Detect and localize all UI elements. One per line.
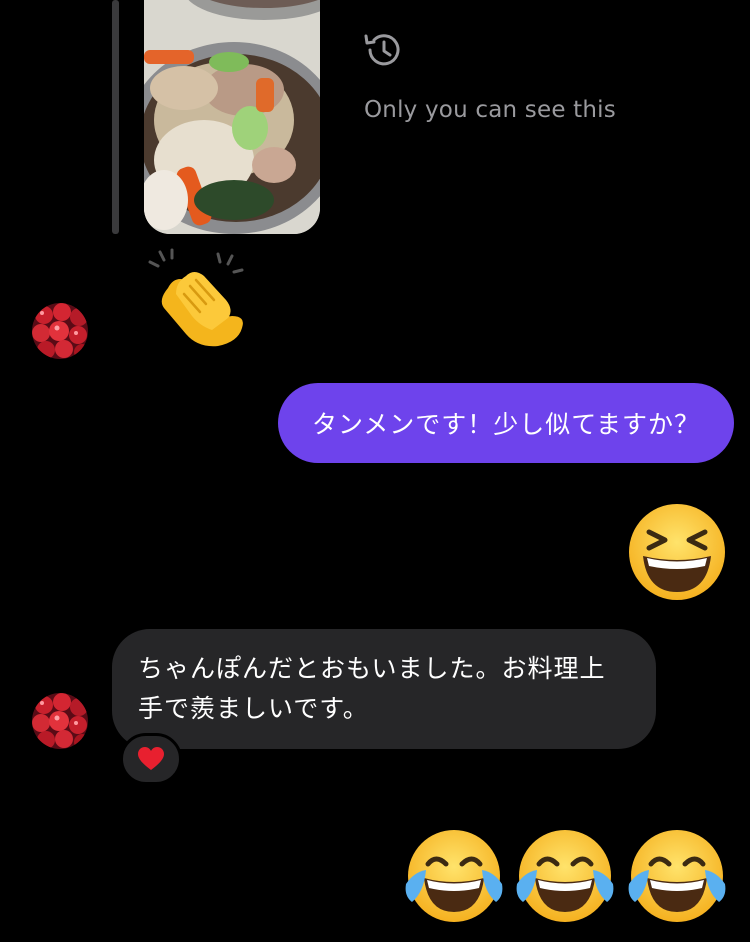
contact-avatar[interactable] xyxy=(32,303,88,359)
face-with-tears-of-joy-emoji[interactable] xyxy=(515,826,615,926)
history-icon xyxy=(360,28,404,72)
incoming-message-line-2: 手で羨ましいです。 xyxy=(138,694,369,723)
contact-avatar[interactable] xyxy=(32,693,88,749)
outgoing-message-text: タンメンです！少し似てますか？ xyxy=(311,410,700,439)
outgoing-message-bubble[interactable]: タンメンです！少し似てますか？ xyxy=(278,383,734,463)
shared-food-photo[interactable] xyxy=(144,0,320,234)
incoming-message-line-1: ちゃんぽんだとおもいました。お料理上 xyxy=(138,654,606,683)
incoming-message-bubble[interactable]: ちゃんぽんだとおもいました。お料理上 手で羨ましいです。 xyxy=(112,629,656,749)
face-with-tears-of-joy-emoji[interactable] xyxy=(627,826,727,926)
heart-reaction[interactable] xyxy=(120,733,182,785)
reply-thread-line xyxy=(112,0,119,234)
heart-icon xyxy=(138,747,164,770)
only-you-can-see-this-label: Only you can see this xyxy=(364,97,616,123)
grinning-squinting-face-emoji[interactable] xyxy=(627,502,727,602)
face-with-tears-of-joy-emoji[interactable] xyxy=(404,826,504,926)
clapping-hands-emoji[interactable] xyxy=(146,246,250,350)
